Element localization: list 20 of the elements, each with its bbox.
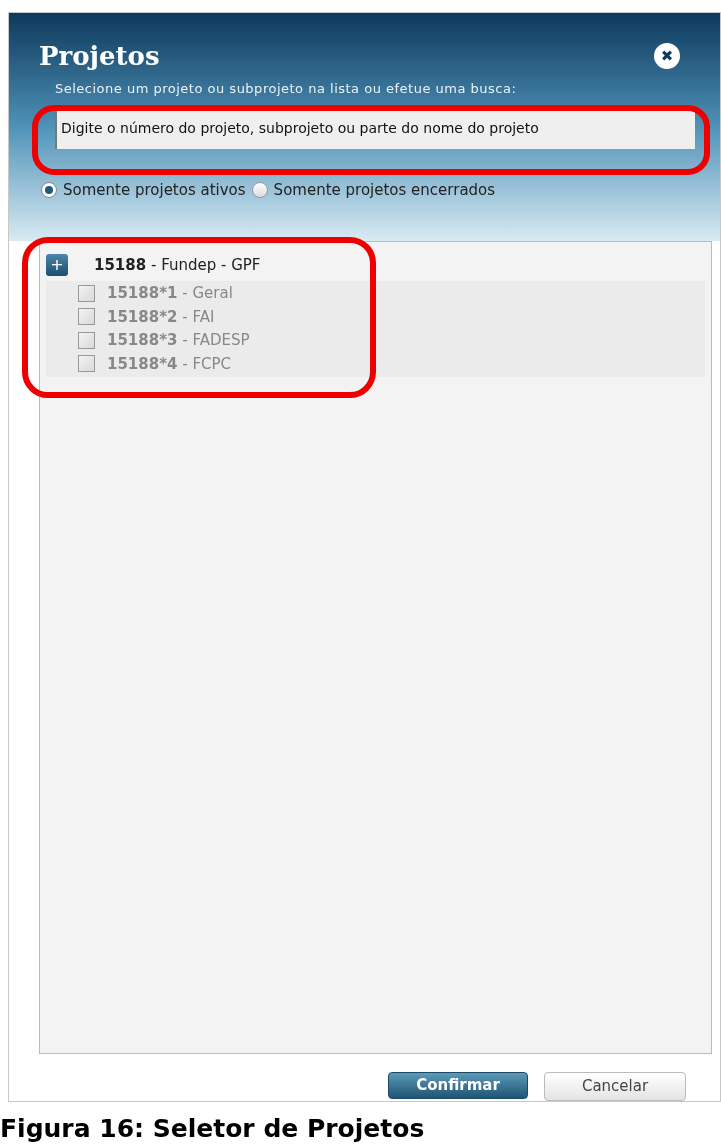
checkbox[interactable] (78, 331, 95, 349)
cancel-button[interactable]: Cancelar (544, 1072, 686, 1101)
radio-button[interactable] (251, 181, 268, 198)
expand-button[interactable]: + (46, 254, 68, 277)
close-button[interactable]: ✖ (654, 43, 680, 69)
figure-caption: Figura 16: Seletor de Projetos (0, 1113, 425, 1145)
project-label[interactable]: 15188 - Fundep - GPF (94, 254, 261, 277)
radio-label[interactable]: Somente projetos encerrados (273, 178, 496, 201)
checkbox[interactable] (78, 284, 95, 302)
instruction-text: Selecione um projeto ou subprojeto na lista ou efetue uma busca: (55, 80, 518, 98)
checkbox[interactable] (78, 308, 95, 326)
confirm-button[interactable]: Confirmar (388, 1072, 528, 1099)
dialog-title: Projetos (39, 43, 160, 69)
radio-label[interactable]: Somente projetos ativos (63, 178, 246, 201)
checkbox[interactable] (78, 355, 95, 373)
subproject-label[interactable]: 15188*2 - FAI (107, 305, 215, 328)
subproject-label[interactable]: 15188*1 - Geral (107, 282, 233, 305)
subproject-label[interactable]: 15188*4 - FCPC (107, 352, 232, 375)
radio-button[interactable] (41, 181, 57, 198)
subproject-label[interactable]: 15188*3 - FADESP (107, 329, 250, 352)
